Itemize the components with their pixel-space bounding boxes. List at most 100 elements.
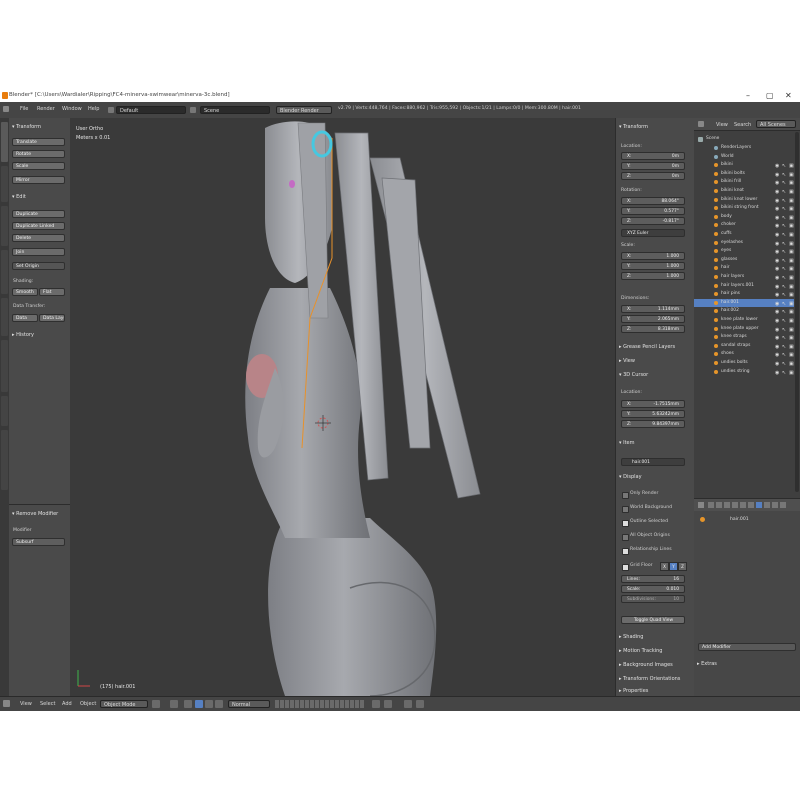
history-panel-header[interactable]: ▸ History [12,332,34,338]
menu-render[interactable]: Render [37,106,55,112]
shading-panel-header[interactable]: ▸ Shading [619,634,643,640]
rotation-mode-select[interactable]: XYZ Euler [621,229,685,237]
n-transform-header[interactable]: ▾ Transform [619,124,648,130]
tab-create[interactable] [1,166,8,202]
opengl-render-icon[interactable] [416,700,424,708]
outliner-row[interactable]: hair.001 ◉ ↖ ▣ [694,298,794,308]
constraints-tab-icon[interactable] [748,502,754,508]
render-preview-icon[interactable] [404,700,412,708]
cursor-y-field[interactable]: Y: 5.63242mm [621,410,685,418]
extras-panel-header[interactable]: ▸ Extras [697,661,717,667]
render-tab-icon[interactable] [708,502,714,508]
rotation-y-field[interactable]: Y: 0.577° [621,207,685,215]
toggle-quad-view-button[interactable]: Toggle Quad View [621,616,685,624]
outliner-row[interactable]: World [694,153,794,162]
view-panel-header[interactable]: ▸ View [619,358,635,364]
outliner-row[interactable]: knee straps ◉ ↖ ▣ [694,333,794,342]
screen-layout-field[interactable]: Default [116,106,186,114]
menu-object[interactable]: Object [80,701,96,707]
scale-z-field[interactable]: Z: 1.000 [621,272,685,280]
location-z-field[interactable]: Z: 0m [621,172,685,180]
outliner-filter-select[interactable]: All Scenes [756,120,796,128]
scale-x-field[interactable]: X: 1.000 [621,252,685,260]
outliner-row[interactable]: choker ◉ ↖ ▣ [694,221,794,230]
delete-button[interactable]: Delete [12,234,65,242]
outliner-row[interactable]: cuffs ◉ ↖ ▣ [694,230,794,239]
data-layout-button[interactable]: Data Layo [39,314,65,322]
outliner-row[interactable]: undies string ◉ ↖ ▣ [694,368,794,377]
set-origin-select[interactable]: Set Origin [12,262,65,270]
menu-select[interactable]: Select [40,701,55,707]
all-object-origins-checkbox[interactable] [622,534,629,541]
properties-editor-icon[interactable] [698,502,704,508]
outliner-row[interactable]: bikini knot ◉ ↖ ▣ [694,187,794,196]
grid-lines-field[interactable]: Lines: 16 [621,575,685,583]
object-tab-icon[interactable] [740,502,746,508]
motion-tracking-panel-header[interactable]: ▸ Motion Tracking [619,648,662,654]
transform-panel-header[interactable]: ▾ Transform [12,124,41,130]
item-name-field[interactable]: hair.001 [621,458,685,466]
transform-orientations-panel-header[interactable]: ▸ Transform Orientations [619,676,680,682]
translate-button[interactable]: Translate [12,138,65,146]
transform-orientation-select[interactable]: Normal [228,700,270,708]
outliner-row[interactable]: eyes ◉ ↖ ▣ [694,247,794,256]
snap-icon[interactable] [384,700,392,708]
texture-tab-icon[interactable] [780,502,786,508]
minimize-button[interactable]: – [746,91,750,100]
grid-scale-field[interactable]: Scale: 0.010 [621,585,685,593]
operator-panel-header[interactable]: ▾ Remove Modifier [12,511,58,517]
modifiers-tab-icon[interactable] [756,502,762,508]
mirror-button[interactable]: Mirror [12,176,65,184]
cursor-z-field[interactable]: Z: 9.84397mm [621,420,685,428]
rotation-z-field[interactable]: Z: -0.817° [621,217,685,225]
outliner-row[interactable]: hair pins ◉ ↖ ▣ [694,290,794,299]
rotate-button[interactable]: Rotate [12,150,65,158]
grid-subdivisions-field[interactable]: Subdivisions: 10 [621,595,685,603]
tab-mmd[interactable] [1,396,8,426]
layers-tab-icon[interactable] [716,502,722,508]
eye-icon[interactable]: ◉ [775,369,779,378]
outliner-row[interactable]: hair.002 ◉ ↖ ▣ [694,307,794,316]
outliner-row[interactable]: eyelashes ◉ ↖ ▣ [694,239,794,248]
menu-window[interactable]: Window [62,106,82,112]
scale-button[interactable]: Scale [12,162,65,170]
tab-mmd-tools[interactable] [1,430,8,490]
manipulator-icon[interactable] [184,700,192,708]
menu-help[interactable]: Help [88,106,99,112]
data-tab-icon[interactable] [764,502,770,508]
outliner-row[interactable]: bikini ◉ ↖ ▣ [694,161,794,170]
outliner-row[interactable]: hair ◉ ↖ ▣ [694,264,794,273]
outliner-scrollbar[interactable] [795,132,799,492]
outliner-row[interactable]: RenderLayers [694,144,794,153]
relationship-lines-checkbox[interactable] [622,548,629,555]
outliner-row[interactable]: bikini frill ◉ ↖ ▣ [694,178,794,187]
outliner-menu-view[interactable]: View [716,122,728,128]
viewport-shading-icon[interactable] [152,700,160,708]
outliner-scene-row[interactable]: Scene [694,135,794,144]
menu-view[interactable]: View [20,701,32,707]
duplicate-button[interactable]: Duplicate [12,210,65,218]
editor-type-icon[interactable] [3,106,9,112]
3d-viewport[interactable]: User Ortho Meters x 0.01 (175) hair.001 [70,118,615,696]
rotation-x-field[interactable]: X: 88.064° [621,197,685,205]
scale-manipulator-icon[interactable] [215,700,223,708]
grease-pencil-layers-header[interactable]: ▸ Grease Pencil Layers [619,344,675,350]
cursor-x-field[interactable]: X: -1.7515mm [621,400,685,408]
tab-physics[interactable] [1,298,8,336]
grid-axis-x-toggle[interactable]: X [660,562,669,571]
outliner-row[interactable]: body ◉ ↖ ▣ [694,213,794,222]
world-background-checkbox[interactable] [622,506,629,513]
duplicate-linked-button[interactable]: Duplicate Linked [12,222,65,230]
proportional-edit-icon[interactable] [372,700,380,708]
menu-file[interactable]: File [20,106,28,112]
data-transfer-button[interactable]: Data [12,314,38,322]
outliner-editor-icon[interactable] [698,121,704,127]
outliner-row[interactable]: bikini knot lower ◉ ↖ ▣ [694,196,794,205]
outliner-row[interactable]: glasses ◉ ↖ ▣ [694,256,794,265]
outliner-row[interactable]: knee plate lower ◉ ↖ ▣ [694,316,794,325]
join-button[interactable]: Join [12,248,65,256]
rotate-manipulator-icon[interactable] [205,700,213,708]
layer-buttons[interactable] [275,700,365,708]
maximize-button[interactable]: ▢ [766,91,774,100]
scale-y-field[interactable]: Y: 1.000 [621,262,685,270]
